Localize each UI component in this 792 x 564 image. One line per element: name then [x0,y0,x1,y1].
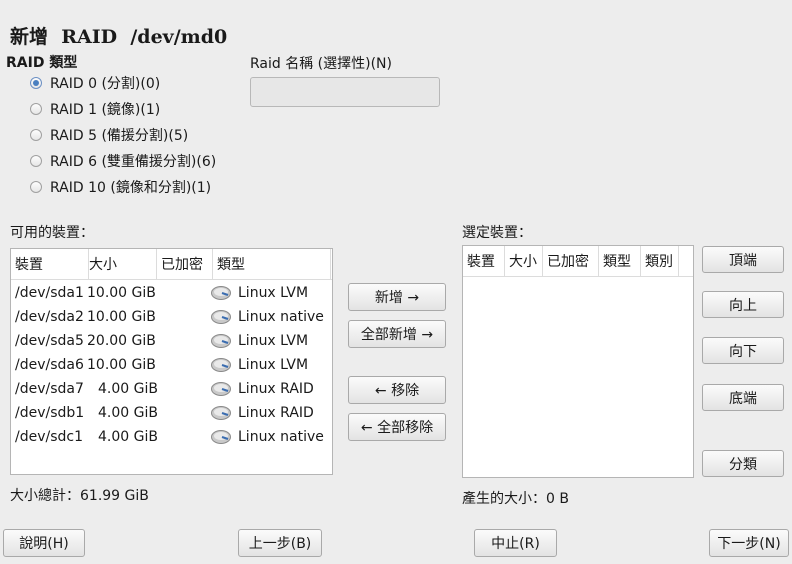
table-row[interactable]: /dev/sdc1 4.00 GiB Linux native [11,425,332,449]
help-button[interactable]: 說明(H) [3,529,85,557]
radio-raid1-label: RAID 1 (鏡像)(1) [50,102,161,118]
add-button[interactable]: 新增 → [348,283,446,311]
disk-icon [211,358,231,372]
back-button[interactable]: 上一步(B) [238,529,322,557]
move-up-button[interactable]: 向上 [702,291,784,318]
raid-type-label: RAID 類型 [6,55,78,71]
radio-button[interactable] [30,77,42,89]
available-devices-list[interactable]: 裝置 大小 已加密 類型 /dev/sda1 10.00 GiB Linux L… [10,248,333,475]
radio-raid6[interactable]: RAID 6 (雙重備援分割)(6) [30,151,216,171]
device-cell: /dev/sda7 [15,381,84,397]
device-cell: /dev/sdb1 [15,405,85,421]
column-header-type[interactable]: 類型 [213,249,331,279]
radio-raid1[interactable]: RAID 1 (鏡像)(1) [30,99,160,119]
radio-raid0[interactable]: RAID 0 (分割)(0) [30,73,160,93]
radio-raid0-label: RAID 0 (分割)(0) [50,76,161,92]
radio-button[interactable] [30,181,42,193]
move-bottom-button[interactable]: 底端 [702,384,784,411]
column-header-class[interactable]: 類別 [641,246,679,276]
disk-icon [211,382,231,396]
size-cell: 4.00 GiB [98,405,158,421]
move-top-button[interactable]: 頂端 [702,246,784,273]
disk-icon [211,334,231,348]
remove-button[interactable]: ← 移除 [348,376,446,404]
disk-icon [211,430,231,444]
radio-raid5-label: RAID 5 (備援分割)(5) [50,128,189,144]
radio-button[interactable] [30,155,42,167]
raid-name-input[interactable] [250,77,440,107]
add-all-button[interactable]: 全部新增 → [348,320,446,348]
size-cell: 10.00 GiB [87,309,156,325]
type-cell: Linux LVM [238,333,309,349]
available-list-header: 裝置 大小 已加密 類型 [11,249,332,280]
disk-icon [211,406,231,420]
size-cell: 10.00 GiB [87,285,156,301]
column-header-encrypted[interactable]: 已加密 [157,249,213,279]
radio-raid5[interactable]: RAID 5 (備援分割)(5) [30,125,188,145]
raid-name-label: Raid 名稱 (選擇性)(N) [250,56,392,72]
selected-list-header: 裝置 大小 已加密 類型 類別 [463,246,693,277]
radio-raid10-label: RAID 10 (鏡像和分割)(1) [50,180,212,196]
device-cell: /dev/sdc1 [15,429,84,445]
column-header-type[interactable]: 類型 [599,246,641,276]
radio-raid6-label: RAID 6 (雙重備援分割)(6) [50,154,217,170]
cancel-button[interactable]: 中止(R) [474,529,557,557]
size-cell: 4.00 GiB [98,429,158,445]
device-cell: /dev/sda5 [15,333,84,349]
type-cell: Linux native [238,429,324,445]
type-cell: Linux RAID [238,405,314,421]
selected-devices-list[interactable]: 裝置 大小 已加密 類型 類別 [462,245,694,478]
column-header-device[interactable]: 裝置 [463,246,505,276]
column-header-size[interactable]: 大小 [505,246,543,276]
table-row[interactable]: /dev/sda2 10.00 GiB Linux native [11,305,332,329]
column-header-size[interactable]: 大小 [85,249,157,279]
disk-icon [211,310,231,324]
type-cell: Linux native [238,309,324,325]
device-cell: /dev/sda1 [15,285,84,301]
remove-all-button[interactable]: ← 全部移除 [348,413,446,441]
dialog-title: 新增 RAID /dev/md0 [10,26,228,48]
column-header-encrypted[interactable]: 已加密 [543,246,599,276]
table-row[interactable]: /dev/sda6 10.00 GiB Linux LVM [11,353,332,377]
table-row[interactable]: /dev/sda7 4.00 GiB Linux RAID [11,377,332,401]
available-devices-label: 可用的裝置： [10,225,94,241]
radio-raid10[interactable]: RAID 10 (鏡像和分割)(1) [30,177,211,197]
selected-devices-label: 選定裝置： [462,225,532,241]
type-cell: Linux RAID [238,381,314,397]
radio-button[interactable] [30,129,42,141]
resulting-size-label: 產生的大小：0 B [462,491,569,507]
device-cell: /dev/sda2 [15,309,84,325]
table-row[interactable]: /dev/sda5 20.00 GiB Linux LVM [11,329,332,353]
size-cell: 10.00 GiB [87,357,156,373]
next-button[interactable]: 下一步(N) [709,529,789,557]
disk-icon [211,286,231,300]
size-cell: 20.00 GiB [87,333,156,349]
column-header-device[interactable]: 裝置 [11,249,89,279]
table-row[interactable]: /dev/sda1 10.00 GiB Linux LVM [11,281,332,305]
type-cell: Linux LVM [238,357,309,373]
total-size-label: 大小總計：61.99 GiB [10,488,149,504]
type-cell: Linux LVM [238,285,309,301]
radio-button[interactable] [30,103,42,115]
device-cell: /dev/sda6 [15,357,84,373]
move-down-button[interactable]: 向下 [702,337,784,364]
table-row[interactable]: /dev/sdb1 4.00 GiB Linux RAID [11,401,332,425]
size-cell: 4.00 GiB [98,381,158,397]
classify-button[interactable]: 分類 [702,450,784,477]
